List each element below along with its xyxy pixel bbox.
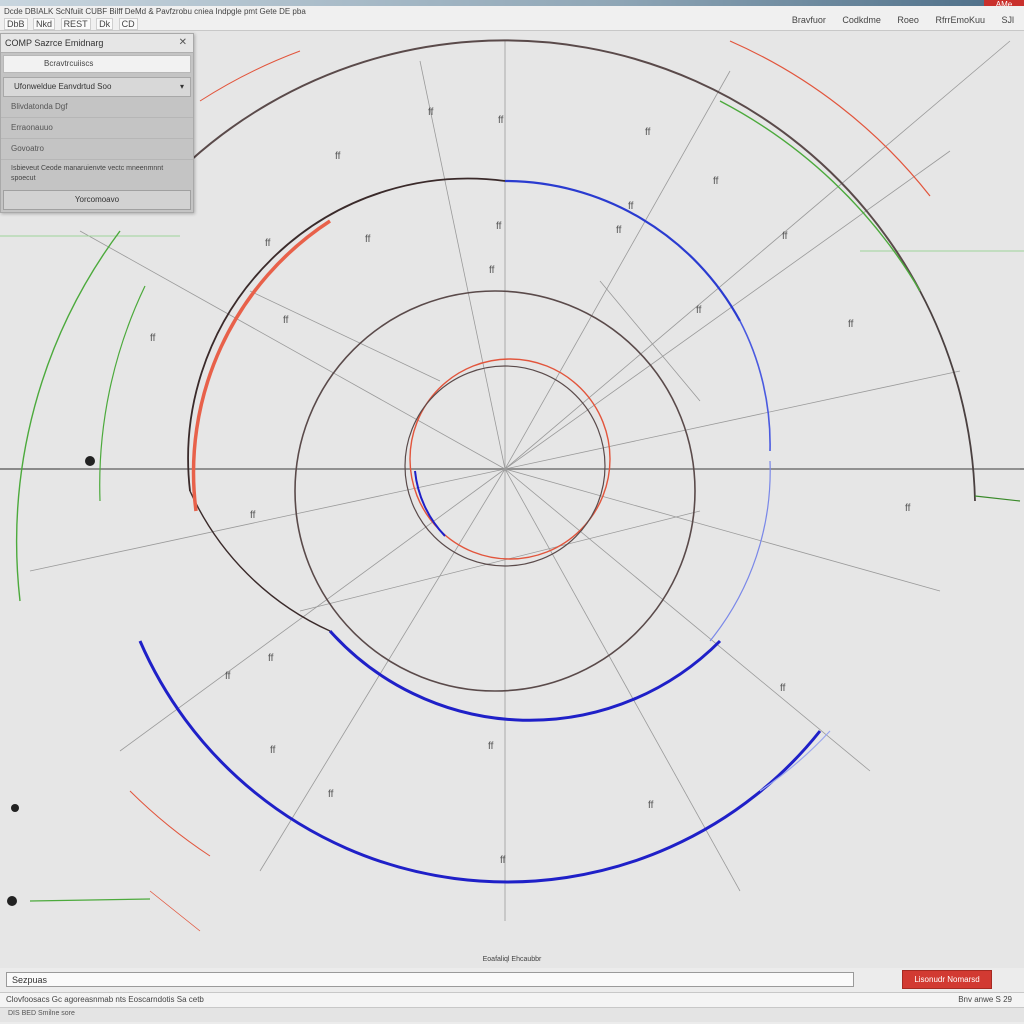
panel-title: COMP Sazrce Emidnarg <box>5 38 104 48</box>
dimension-label: ff <box>648 800 654 811</box>
radial-line <box>504 468 941 592</box>
dimension-label: ff <box>782 231 788 242</box>
dimension-label: ff <box>616 225 622 236</box>
dimension-label: ff <box>500 855 506 866</box>
toolbar-item[interactable]: Dk <box>96 18 114 30</box>
toolbar-item[interactable]: Nkd <box>33 18 56 30</box>
panel-description: Isbieveut Ceode manaruienvte vectc mneen… <box>11 165 164 182</box>
outer-arc-top[interactable] <box>189 39 921 292</box>
panel-row[interactable]: Erraonauuo <box>1 118 193 139</box>
panel-row[interactable]: Blivdatonda Dgf <box>1 97 193 118</box>
radial-line <box>249 290 441 382</box>
dimension-label: ff <box>628 201 634 212</box>
dimension-label: ff <box>496 221 502 232</box>
dimension-label: ff <box>645 127 651 138</box>
dimension-label: ff <box>225 671 231 682</box>
close-icon[interactable]: ✕ <box>179 34 187 52</box>
radial-line <box>259 468 506 872</box>
outer-blue-arc[interactable] <box>138 640 822 884</box>
radial-line <box>504 70 731 470</box>
chevron-down-icon: ▾ <box>179 82 184 91</box>
green-arc-right[interactable] <box>719 100 921 292</box>
dimension-label: ff <box>498 115 504 126</box>
dimension-label: ff <box>265 238 271 249</box>
dimension-label: ff <box>268 653 274 664</box>
dimension-label: ff <box>335 151 341 162</box>
command-input[interactable] <box>6 972 854 987</box>
radial-line <box>299 510 701 612</box>
dimension-label: ff <box>250 510 256 521</box>
red-lead-line <box>149 890 201 932</box>
panel-header: COMP Sazrce Emidnarg ✕ <box>1 34 193 53</box>
dark-arc-left[interactable] <box>187 177 506 492</box>
markers <box>7 456 95 906</box>
radial-line <box>504 40 1011 470</box>
point-marker <box>85 456 95 466</box>
green-lead-line <box>974 495 1021 502</box>
dimension-label: ff <box>365 234 371 245</box>
dimension-labels: ff ff ff ff ff ff ff ff ff ff ff ff ff f… <box>150 107 911 866</box>
info-item[interactable]: Bravfuor <box>792 15 826 25</box>
dark-arc-lower-left[interactable] <box>189 490 331 632</box>
dropdown-value: Ufonweldue Eanvdrtud Soo <box>14 82 112 91</box>
blue-arc-right[interactable] <box>739 320 771 452</box>
green-lead-line <box>29 898 151 902</box>
panel-dropdown[interactable]: Ufonweldue Eanvdrtud Soo ▾ <box>3 77 191 97</box>
panel-name-field[interactable]: Bcravtrcuiiscs <box>3 55 191 73</box>
command-label: Sezpuas <box>12 975 48 985</box>
status-text: Clovfoosacs Gc agoreasnmab nts Eoscarndo… <box>6 995 204 1004</box>
dimension-label: ff <box>150 333 156 344</box>
dimension-label: ff <box>428 107 434 118</box>
info-item[interactable]: Roeo <box>897 15 919 25</box>
dimension-label: ff <box>270 745 276 756</box>
radial-line <box>599 280 701 402</box>
point-marker <box>7 896 17 906</box>
blue-arc-inner[interactable] <box>414 470 446 537</box>
middle-circle-dark[interactable] <box>294 290 696 692</box>
toolbar-item[interactable]: DbB <box>4 18 28 30</box>
info-item[interactable]: SJl <box>1001 15 1014 25</box>
properties-panel: COMP Sazrce Emidnarg ✕ Bcravtrcuiiscs Uf… <box>0 33 194 213</box>
dimension-label: ff <box>780 683 786 694</box>
point-marker <box>11 804 19 812</box>
status-coordinates: Bnv anwe S 29 <box>958 995 1012 1004</box>
blue-arc-faint[interactable] <box>709 460 771 642</box>
dimension-label: ff <box>905 503 911 514</box>
toolbar: DbB Nkd REST Dk CD <box>4 18 141 30</box>
panel-apply-button[interactable]: Yorcomoavo <box>3 190 191 210</box>
info-item[interactable]: Codkdme <box>842 15 881 25</box>
dimension-label: ff <box>283 315 289 326</box>
dimension-label: ff <box>489 265 495 276</box>
toolbar-item[interactable]: REST <box>60 18 91 30</box>
radial-line <box>29 468 506 572</box>
info-item[interactable]: RfrrEmoKuu <box>935 15 985 25</box>
run-button[interactable]: Lisonudr Nomarsd <box>902 970 992 989</box>
status-bar: Clovfoosacs Gc agoreasnmab nts Eoscarndo… <box>0 992 1024 1008</box>
status-modes[interactable]: DIS BED Smilne sore <box>8 1010 75 1017</box>
panel-section-label: Govoatro <box>1 139 193 160</box>
menu-bar: Dcde DBIALK ScNfuiit CUBF Bilff DeMd & P… <box>0 6 1024 31</box>
toolbar-item[interactable]: CD <box>118 18 138 30</box>
dimension-label: ff <box>713 176 719 187</box>
dimension-label: ff <box>848 319 854 330</box>
secondary-status-bar: DIS BED Smilne sore <box>0 1008 1024 1022</box>
red-arc-left[interactable] <box>191 219 331 512</box>
radial-line <box>79 230 506 470</box>
guide-lines <box>0 235 1024 252</box>
right-info: Bravfuor Codkdme Roeo RfrrEmoKuu SJl <box>778 15 1014 25</box>
radial-line <box>504 468 741 892</box>
dimension-label: ff <box>696 305 702 316</box>
menu-items[interactable]: Dcde DBIALK ScNfuiit CUBF Bilff DeMd & P… <box>4 7 306 16</box>
blue-arc-lower[interactable] <box>328 629 722 722</box>
red-outer-arc[interactable] <box>129 790 211 857</box>
canvas-caption: Eoafaliql Ehcaubbr <box>482 956 542 963</box>
bottom-bar: Sezpuas Lisonudr Nomarsd Clovfoosacs Gc … <box>0 968 1024 1024</box>
dimension-label: ff <box>488 741 494 752</box>
dimension-label: ff <box>328 789 334 800</box>
